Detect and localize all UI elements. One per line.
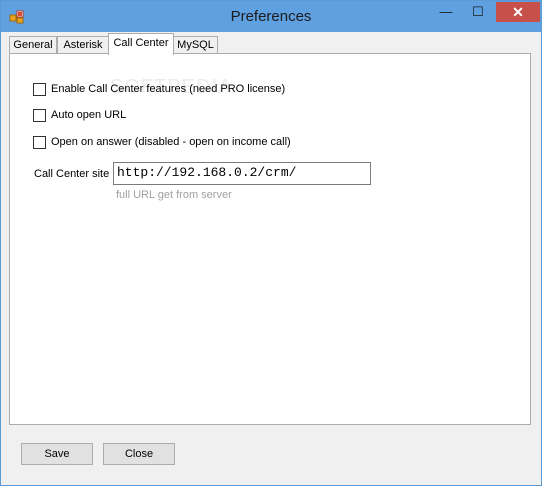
- call-center-site-label: Call Center site: [34, 168, 110, 180]
- save-button[interactable]: Save: [21, 443, 93, 465]
- auto-open-url-label[interactable]: Auto open URL: [51, 109, 126, 121]
- site-hint-text: full URL get from server: [116, 189, 232, 201]
- close-button[interactable]: Close: [103, 443, 175, 465]
- minimize-button[interactable]: —: [434, 2, 458, 22]
- maximize-button[interactable]: ☐: [466, 2, 490, 22]
- call-center-panel: SOFTPEDIA Enable Call Center features (n…: [9, 53, 531, 425]
- enable-call-center-checkbox[interactable]: [33, 83, 46, 96]
- tab-mysql[interactable]: MySQL: [173, 36, 218, 54]
- close-window-button[interactable]: ✕: [496, 2, 540, 22]
- tab-general[interactable]: General: [9, 36, 57, 54]
- enable-call-center-label[interactable]: Enable Call Center features (need PRO li…: [51, 83, 285, 95]
- tab-asterisk[interactable]: Asterisk: [57, 36, 109, 54]
- button-bar: Save Close: [9, 427, 531, 475]
- title-bar[interactable]: Preferences — ☐ ✕: [1, 1, 541, 32]
- call-center-site-input[interactable]: http://192.168.0.2/crm/: [113, 162, 371, 185]
- open-on-answer-checkbox[interactable]: [33, 136, 46, 149]
- auto-open-url-checkbox[interactable]: [33, 109, 46, 122]
- window-title: Preferences: [230, 8, 312, 25]
- open-on-answer-label[interactable]: Open on answer (disabled - open on incom…: [51, 136, 291, 148]
- preferences-window: Preferences — ☐ ✕ General Asterisk Call …: [0, 0, 542, 486]
- tab-call-center[interactable]: Call Center: [108, 33, 174, 55]
